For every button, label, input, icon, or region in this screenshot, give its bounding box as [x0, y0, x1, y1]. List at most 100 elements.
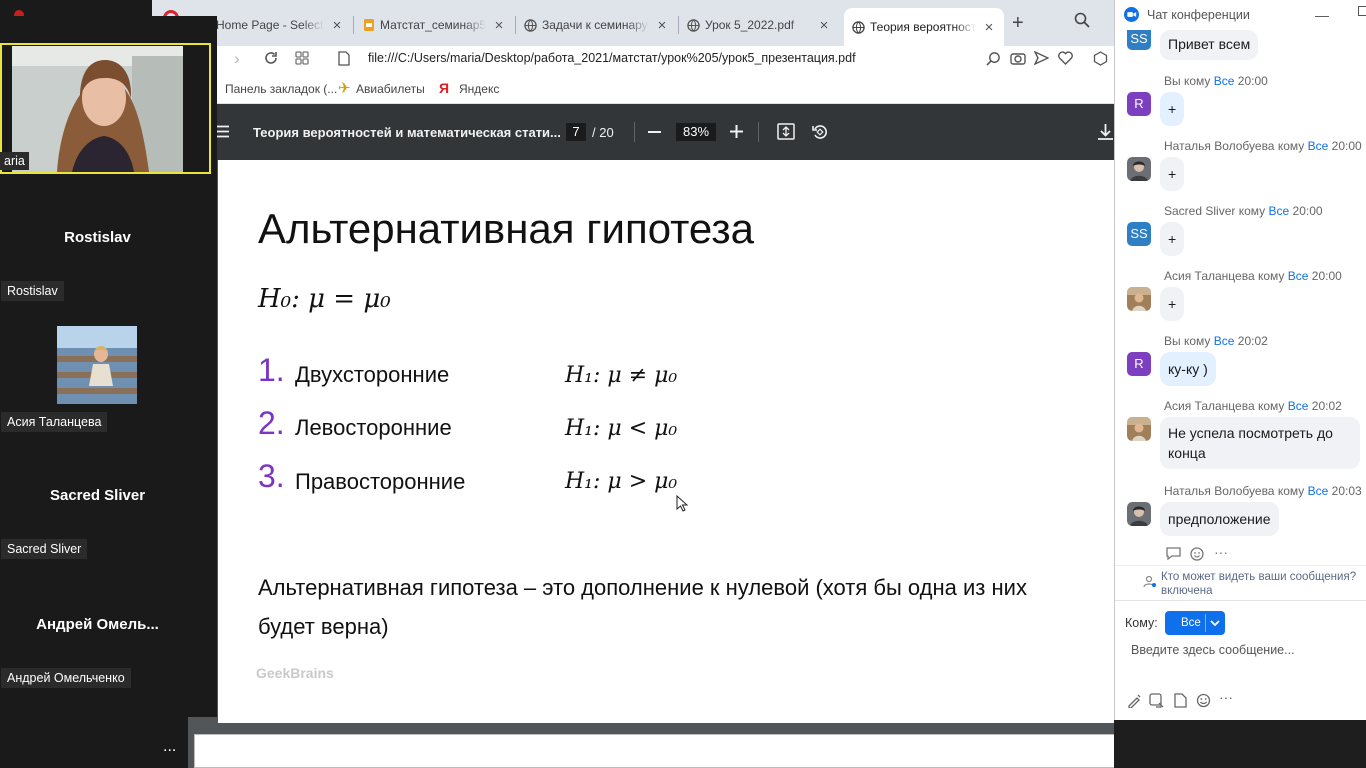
video-tile-self[interactable]: aria [0, 43, 211, 174]
close-icon[interactable]: × [982, 19, 996, 36]
tab-bar: Home Page - Select or × Матстат_семинар5… [152, 0, 1114, 46]
tab-label: Урок 5_2022.pdf [705, 18, 795, 32]
chat-message-input[interactable]: Введите здесь сообщение... [1131, 643, 1361, 657]
avatar: SS [1127, 30, 1151, 50]
recipient-select[interactable]: Все [1165, 611, 1225, 635]
tab-home[interactable]: Home Page - Select or × [208, 10, 352, 40]
rotate-icon[interactable] [811, 123, 829, 141]
timestamp: 20:02 [1237, 334, 1268, 348]
emoji-reaction-icon[interactable] [1190, 546, 1205, 561]
video-tile-rostislav[interactable]: Rostislav Rostislav [0, 176, 210, 306]
forward-icon[interactable]: › [234, 49, 240, 69]
bookmark-aviabilety[interactable]: Авиабилеты [356, 82, 425, 96]
zoom-logo-icon [1124, 7, 1139, 22]
recipient-link[interactable]: Все [1308, 484, 1329, 498]
timestamp: 20:00 [1292, 204, 1323, 218]
chat-message[interactable]: + [1160, 222, 1185, 256]
menu-icon[interactable] [216, 125, 230, 138]
recipient-link[interactable]: Все [1288, 269, 1309, 283]
item-number: 1. [258, 352, 285, 388]
url-field[interactable]: file:///C:/Users/maria/Desktop/работа_20… [368, 51, 856, 65]
chat-message[interactable]: предположение [1160, 502, 1279, 536]
extensions-icon[interactable] [1093, 51, 1108, 66]
timestamp: 20:03 [1331, 484, 1362, 498]
chat-title: Чат конференции [1147, 8, 1250, 22]
format-icon[interactable] [1127, 693, 1142, 708]
bookmark-yandex[interactable]: Яндекс [459, 82, 499, 96]
more-tools-icon[interactable]: ··· [1219, 689, 1233, 705]
download-icon[interactable] [1097, 123, 1114, 141]
zoom-input[interactable]: 83% [676, 123, 716, 141]
fit-page-icon[interactable] [777, 123, 795, 140]
tab-matstat-seminar[interactable]: Матстат_семинар5 - J × [354, 10, 514, 40]
recipient-link[interactable]: Все [1288, 399, 1309, 413]
chat-message[interactable]: + [1160, 287, 1185, 321]
close-icon[interactable]: × [330, 17, 344, 34]
chat-message[interactable]: + [1160, 157, 1185, 191]
maximize-icon[interactable] [1358, 6, 1366, 16]
recipient-link[interactable]: Все [1308, 139, 1329, 153]
item-label: Двухсторонние [295, 362, 450, 387]
tab-urok5[interactable]: Урок 5_2022.pdf × [679, 10, 839, 40]
participant-name-tag: Rostislav [1, 281, 64, 301]
participant-name: Rostislav [64, 229, 131, 246]
minimize-icon[interactable]: — [1315, 7, 1329, 23]
sender: Асия Таланцева кому [1164, 269, 1285, 283]
mouse-cursor-icon [676, 495, 688, 512]
slide-note: Альтернативная гипотеза – это дополнение… [258, 575, 1027, 639]
reply-icon[interactable] [1166, 547, 1181, 560]
video-tile-sacred-sliver[interactable]: Sacred Sliver Sacred Sliver [0, 441, 210, 571]
video-tile-andrey[interactable]: Андрей Омель... Андрей Омельченко [0, 571, 210, 701]
globe-icon [524, 18, 537, 32]
chat-panel: Чат конференции — SS Привет всем Вы кому… [1114, 0, 1366, 720]
search-icon[interactable] [1074, 12, 1090, 28]
participant-name-tag: Асия Таланцева [1, 412, 108, 432]
chat-message[interactable]: + [1160, 92, 1185, 126]
page-number-input[interactable]: 7 [566, 123, 586, 141]
yandex-icon: Я [439, 80, 450, 96]
camera-icon[interactable] [1010, 51, 1026, 65]
reload-icon[interactable] [264, 51, 278, 65]
video-tile-asiya[interactable]: Асия Таланцева [0, 308, 210, 438]
emoji-icon[interactable] [1196, 693, 1211, 708]
sender: Вы кому [1164, 334, 1211, 348]
zoom-in-icon[interactable] [730, 125, 743, 138]
airplane-icon: ✈ [338, 80, 351, 97]
participant-name: Андрей Омель... [36, 616, 159, 633]
zoom-out-icon[interactable] [648, 131, 661, 133]
more-options-button[interactable]: ... [163, 738, 176, 756]
find-icon[interactable] [986, 51, 1001, 66]
chat-message[interactable]: ку-ку ) [1160, 352, 1216, 386]
participant-name-tag: Андрей Омельченко [1, 668, 131, 688]
screenshot-icon[interactable] [1149, 693, 1164, 708]
more-actions-icon[interactable]: ··· [1214, 544, 1228, 560]
privacy-notice[interactable]: Кто может видеть ваши сообщения? включен… [1161, 570, 1366, 598]
participant-video [12, 46, 183, 172]
message-header: Наталья Волобуева кому Все 20:00 [1164, 139, 1362, 153]
speed-dial-icon[interactable] [295, 51, 309, 65]
bookmark-panel[interactable]: Панель закладок (... [225, 82, 337, 96]
new-tab-button[interactable]: + [1012, 12, 1024, 35]
chat-message[interactable]: Привет всем [1160, 30, 1259, 60]
close-icon[interactable]: × [655, 17, 669, 34]
recipient-label: Кому: [1125, 616, 1158, 630]
send-icon[interactable] [1034, 51, 1049, 65]
chat-message[interactable]: Не успела посмотреть до конца [1160, 417, 1360, 469]
tab-zadachi[interactable]: Задачи к семинару 5. × [516, 10, 677, 40]
close-icon[interactable]: × [817, 17, 831, 34]
file-attach-icon[interactable] [1174, 693, 1187, 708]
avatar: R [1127, 92, 1151, 116]
chevron-down-icon [1205, 614, 1220, 632]
recipient-link[interactable]: Все [1214, 74, 1235, 88]
recipient-link[interactable]: Все [1214, 334, 1235, 348]
item-number: 3. [258, 458, 285, 494]
close-icon[interactable]: × [492, 17, 506, 34]
recipient-link[interactable]: Все [1268, 204, 1289, 218]
slides-icon [362, 19, 375, 32]
tab-teoriya-active[interactable]: Теория вероятностей × [844, 8, 1004, 46]
heart-icon[interactable] [1058, 51, 1073, 65]
tab-label: Home Page - Select or [216, 18, 324, 32]
pdf-next-page [194, 734, 1114, 768]
avatar-photo [1127, 287, 1151, 311]
sender: Асия Таланцева кому [1164, 399, 1285, 413]
